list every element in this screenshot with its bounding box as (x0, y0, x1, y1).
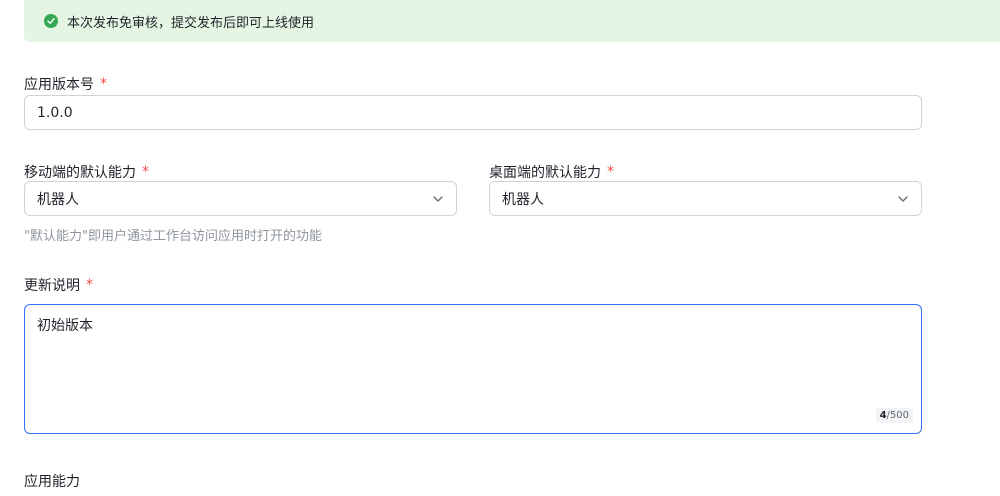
desktop-ability-label: 桌面端的默认能力 * (489, 162, 614, 182)
required-mark: * (142, 164, 149, 180)
publish-notice-banner: 本次发布免审核，提交发布后即可上线使用 (24, 0, 1000, 42)
update-notes-label-text: 更新说明 (24, 278, 80, 294)
update-notes-textarea[interactable]: 初始版本 4/500 (24, 304, 922, 434)
capabilities-heading: 应用能力 (24, 471, 80, 491)
mobile-ability-label: 移动端的默认能力 * (24, 162, 149, 182)
char-count: 4 (879, 410, 887, 421)
update-notes-label: 更新说明 * (24, 275, 93, 295)
desktop-ability-select[interactable]: 机器人 (489, 181, 922, 216)
desktop-ability-value: 机器人 (502, 191, 544, 208)
chevron-down-icon (432, 193, 444, 205)
update-notes-value: 初始版本 (37, 318, 93, 334)
notice-text: 本次发布免审核，提交发布后即可上线使用 (67, 15, 315, 31)
chevron-down-icon (897, 193, 909, 205)
mobile-ability-label-text: 移动端的默认能力 (24, 165, 136, 181)
required-mark: * (86, 277, 93, 293)
default-ability-hint: "默认能力"即用户通过工作台访问应用时打开的功能 (24, 229, 322, 244)
capabilities-heading-text: 应用能力 (24, 474, 80, 490)
required-mark: * (607, 164, 614, 180)
version-value: 1.0.0 (37, 104, 73, 121)
mobile-ability-value: 机器人 (37, 191, 79, 208)
desktop-ability-label-text: 桌面端的默认能力 (489, 165, 601, 181)
check-circle-icon (44, 14, 58, 28)
required-mark: * (100, 76, 107, 92)
version-input[interactable]: 1.0.0 (24, 95, 922, 130)
mobile-ability-select[interactable]: 机器人 (24, 181, 457, 216)
char-max: /500 (886, 410, 909, 421)
char-counter: 4/500 (875, 408, 913, 423)
version-label: 应用版本号 * (24, 74, 107, 94)
version-label-text: 应用版本号 (24, 77, 94, 93)
